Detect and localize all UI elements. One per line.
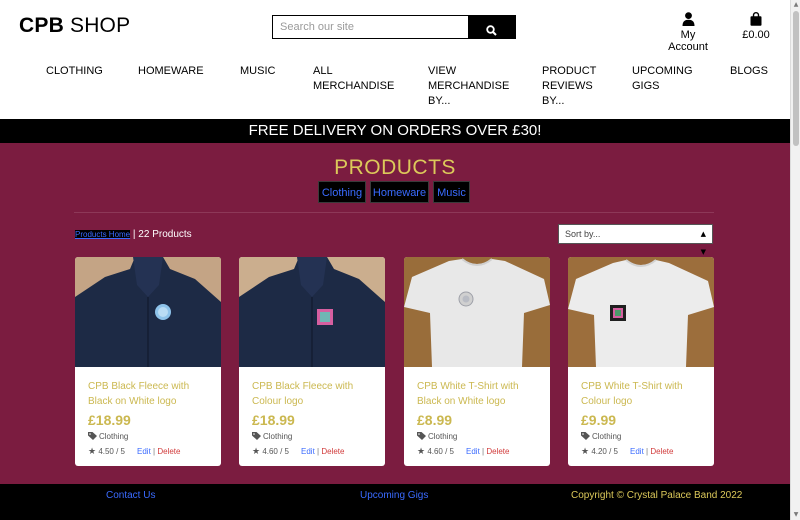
delete-link[interactable]: Delete xyxy=(157,447,180,456)
product-name[interactable]: CPB White T-Shirt with Colour logo xyxy=(581,379,706,409)
site-footer: Contact Us Upcoming Gigs Copyright © Cry… xyxy=(0,484,790,520)
separator: | xyxy=(646,447,649,456)
edit-link[interactable]: Edit xyxy=(301,447,315,456)
edit-link[interactable]: Edit xyxy=(466,447,480,456)
nav-product-reviews-by[interactable]: PRODUCT REVIEWS BY... xyxy=(542,64,602,109)
star-icon: ★ xyxy=(581,447,590,457)
product-price: £18.99 xyxy=(252,412,295,428)
product-price: £8.99 xyxy=(417,412,453,428)
product-category[interactable]: Clothing xyxy=(581,432,621,441)
category-button-clothing[interactable]: Clothing xyxy=(318,181,366,203)
page-scrollbar[interactable]: ▲ ▼ xyxy=(790,0,800,520)
product-card[interactable]: CPB Black Fleece with Colour logo £18.99… xyxy=(239,257,385,466)
account-label: My Account xyxy=(668,29,708,53)
product-category-label: Clothing xyxy=(99,432,129,441)
star-icon: ★ xyxy=(252,447,261,457)
sort-select[interactable]: Sort by... ▲ ▼ xyxy=(558,224,713,256)
product-price: £9.99 xyxy=(581,412,617,428)
copyright: Copyright © Crystal Palace Band 2022 xyxy=(571,490,743,501)
user-icon xyxy=(682,12,694,26)
nav-music[interactable]: MUSIC xyxy=(240,64,275,79)
search-input[interactable] xyxy=(272,15,469,39)
product-rating: ★ 4.50 / 5 Edit | Delete xyxy=(88,447,180,457)
cart-link[interactable]: £0.00 xyxy=(740,12,772,41)
product-category[interactable]: Clothing xyxy=(252,432,292,441)
product-rating: ★ 4.60 / 5 Edit | Delete xyxy=(417,447,509,457)
product-rating-value: 4.20 / 5 xyxy=(591,447,618,456)
product-card[interactable]: CPB White T-Shirt with Black on White lo… xyxy=(404,257,550,466)
separator: | xyxy=(317,447,320,456)
search-form xyxy=(272,15,516,39)
separator: | xyxy=(482,447,485,456)
search-button[interactable] xyxy=(468,15,516,39)
edit-link[interactable]: Edit xyxy=(630,447,644,456)
product-image[interactable] xyxy=(75,257,221,367)
product-rating-value: 4.50 / 5 xyxy=(98,447,125,456)
shopping-bag-icon xyxy=(750,12,762,26)
product-rating-value: 4.60 / 5 xyxy=(427,447,454,456)
tag-icon xyxy=(581,432,590,440)
edit-link[interactable]: Edit xyxy=(137,447,151,456)
products-home-link[interactable]: Products Home xyxy=(75,230,131,239)
product-price: £18.99 xyxy=(88,412,131,428)
page-title: PRODUCTS xyxy=(334,156,456,179)
star-icon: ★ xyxy=(417,447,426,457)
product-category-label: Clothing xyxy=(428,432,458,441)
delete-link[interactable]: Delete xyxy=(321,447,344,456)
tag-icon xyxy=(88,432,97,440)
footer-gigs-link[interactable]: Upcoming Gigs xyxy=(360,484,428,508)
product-name[interactable]: CPB Black Fleece with Black on White log… xyxy=(88,379,213,409)
breadcrumb: Products Home | 22 Products xyxy=(75,229,192,240)
logo-bold: CPB xyxy=(19,14,64,37)
separator: | xyxy=(153,447,156,456)
product-count: | 22 Products xyxy=(130,229,192,240)
product-rating-value: 4.60 / 5 xyxy=(262,447,289,456)
product-image[interactable] xyxy=(568,257,714,367)
nav-blogs[interactable]: BLOGS xyxy=(730,64,768,79)
delete-link[interactable]: Delete xyxy=(486,447,509,456)
nav-homeware[interactable]: HOMEWARE xyxy=(138,64,204,79)
site-header: CPB SHOP My Account £0.00 CLOTHING HOMEW… xyxy=(0,0,790,119)
product-category-label: Clothing xyxy=(263,432,293,441)
scroll-up-icon[interactable]: ▲ xyxy=(792,0,800,10)
product-rating: ★ 4.60 / 5 Edit | Delete xyxy=(252,447,344,457)
divider xyxy=(74,212,714,213)
delete-link[interactable]: Delete xyxy=(650,447,673,456)
nav-upcoming-gigs[interactable]: UPCOMING GIGS xyxy=(632,64,702,94)
product-category[interactable]: Clothing xyxy=(88,432,128,441)
product-category[interactable]: Clothing xyxy=(417,432,457,441)
product-image[interactable] xyxy=(404,257,550,367)
cart-total: £0.00 xyxy=(742,29,770,41)
scroll-down-icon[interactable]: ▼ xyxy=(792,510,800,520)
scrollbar-thumb[interactable] xyxy=(793,11,799,146)
product-card[interactable]: CPB White T-Shirt with Colour logo £9.99… xyxy=(568,257,714,466)
product-rating: ★ 4.20 / 5 Edit | Delete xyxy=(581,447,673,457)
product-card[interactable]: CPB Black Fleece with Black on White log… xyxy=(75,257,221,466)
delivery-banner: FREE DELIVERY ON ORDERS OVER £30! xyxy=(0,119,790,143)
product-category-label: Clothing xyxy=(592,432,622,441)
category-button-music[interactable]: Music xyxy=(433,181,470,203)
tag-icon xyxy=(252,432,261,440)
footer-contact-link[interactable]: Contact Us xyxy=(106,484,155,508)
star-icon: ★ xyxy=(88,447,97,457)
product-image[interactable] xyxy=(239,257,385,367)
page: CPB SHOP My Account £0.00 CLOTHING HOMEW… xyxy=(0,0,790,520)
search-icon xyxy=(486,25,497,36)
logo-rest: SHOP xyxy=(63,14,131,37)
nav-view-merchandise-by[interactable]: VIEW MERCHANDISE BY... xyxy=(428,64,509,109)
nav-clothing[interactable]: CLOTHING xyxy=(46,64,103,79)
products-section: PRODUCTS Clothing Homeware Music Product… xyxy=(0,143,790,484)
site-logo[interactable]: CPB SHOP xyxy=(19,14,130,38)
tag-icon xyxy=(417,432,426,440)
select-arrows-icon: ▲ ▼ xyxy=(700,230,706,256)
category-button-homeware[interactable]: Homeware xyxy=(370,181,429,203)
nav-all-merchandise[interactable]: ALL MERCHANDISE xyxy=(313,64,394,94)
sort-select-value: Sort by... xyxy=(565,229,601,239)
product-name[interactable]: CPB White T-Shirt with Black on White lo… xyxy=(417,379,542,409)
my-account-link[interactable]: My Account xyxy=(660,12,716,53)
product-name[interactable]: CPB Black Fleece with Colour logo xyxy=(252,379,377,409)
